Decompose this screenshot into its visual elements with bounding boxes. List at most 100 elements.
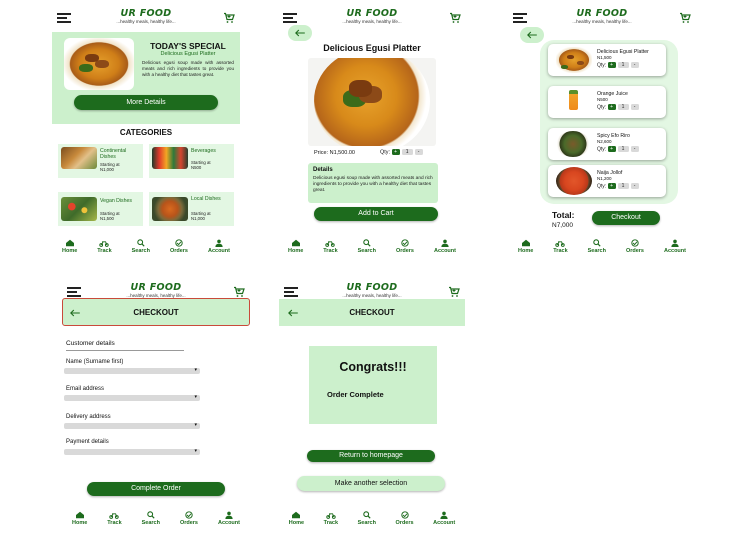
search-icon <box>362 239 372 247</box>
nav-label: Home <box>288 520 305 526</box>
check-circle-icon <box>400 511 410 519</box>
qty-label: Qty: <box>380 149 391 156</box>
home-icon <box>521 239 531 247</box>
chevron-down-icon: ▾ <box>194 422 197 428</box>
brand-name: UR FOOD <box>576 8 628 19</box>
nav-account[interactable]: Account <box>664 239 686 254</box>
cart-icon[interactable] <box>223 12 235 24</box>
cart-icon[interactable] <box>679 12 691 24</box>
category-name: Vegan Dishes <box>100 198 133 204</box>
qty-increase-button[interactable]: + <box>607 104 616 110</box>
nav-track[interactable]: Track <box>324 511 338 526</box>
details-card: Details Delicious egusi soup made with a… <box>308 163 438 203</box>
nav-orders[interactable]: Orders <box>170 239 188 254</box>
chevron-down-icon: ▾ <box>194 367 197 373</box>
nav-track[interactable]: Track <box>553 239 568 254</box>
nav-orders[interactable]: Orders <box>180 511 198 526</box>
nav-track[interactable]: Track <box>97 239 112 254</box>
qty-increase-button[interactable]: + <box>607 183 616 189</box>
nav-label: Orders <box>625 248 644 254</box>
nav-account[interactable]: Account <box>218 511 240 526</box>
back-button[interactable] <box>520 27 544 43</box>
qty-decrease-button[interactable]: - <box>414 149 423 155</box>
category-card[interactable]: Local Dishes Starting at N1,000 <box>149 192 234 226</box>
qty-increase-button[interactable]: + <box>607 146 616 152</box>
item-price: N500 <box>597 97 608 102</box>
nav-home[interactable]: Home <box>72 511 87 526</box>
nav-search[interactable]: Search <box>358 511 376 526</box>
nav-label: Track <box>107 520 122 526</box>
qty-increase-button[interactable]: + <box>391 149 400 155</box>
nav-home[interactable]: Home <box>288 239 303 254</box>
nav-label: Search <box>357 248 376 254</box>
total-label: Total: <box>552 210 575 220</box>
qty-label: Qty: <box>597 62 607 69</box>
qty-decrease-button[interactable]: - <box>630 183 639 189</box>
nav-label: Home <box>517 248 534 254</box>
product-image <box>308 58 436 146</box>
bike-icon <box>325 239 335 247</box>
check-circle-icon <box>630 239 640 247</box>
nav-home[interactable]: Home <box>518 239 533 254</box>
bike-icon <box>109 511 119 519</box>
address-field[interactable]: ▾ <box>64 422 200 429</box>
nav-home[interactable]: Home <box>62 239 77 254</box>
back-button[interactable] <box>288 25 312 41</box>
nav-home[interactable]: Home <box>289 511 304 526</box>
checkout-header: CHECKOUT <box>279 299 465 326</box>
nav-track[interactable]: Track <box>107 511 122 526</box>
payment-field[interactable]: ▾ <box>64 448 200 455</box>
nav-account[interactable]: Account <box>434 239 456 254</box>
nav-account[interactable]: Account <box>433 511 455 526</box>
qty-decrease-button[interactable]: - <box>630 146 639 152</box>
nav-search[interactable]: Search <box>132 239 150 254</box>
todays-special-card: TODAY'S SPECIAL Delicious Egusi Platter … <box>52 32 240 124</box>
category-price: N1,500 <box>100 216 114 221</box>
cart-item: Naija Jollof N1,200 Qty: +1- <box>548 165 666 197</box>
check-circle-icon <box>400 239 410 247</box>
qty-increase-button[interactable]: + <box>607 62 616 68</box>
cart-icon[interactable] <box>449 12 461 24</box>
home-icon <box>291 239 301 247</box>
nav-track[interactable]: Track <box>323 239 338 254</box>
order-complete-text: Order Complete <box>327 390 384 399</box>
nav-orders[interactable]: Orders <box>396 511 414 526</box>
qty-value: 1 <box>401 149 413 155</box>
nav-label: Search <box>141 520 160 526</box>
add-to-cart-button[interactable]: Add to Cart <box>314 207 438 221</box>
category-card[interactable]: Continental Dishes Starting at N1,000 <box>58 144 143 178</box>
more-details-button[interactable]: More Details <box>74 95 218 110</box>
checkout-button[interactable]: Checkout <box>592 211 660 225</box>
brand-name: UR FOOD <box>120 8 172 19</box>
nav-orders[interactable]: Orders <box>626 239 644 254</box>
category-image <box>61 147 97 169</box>
item-image <box>556 131 590 157</box>
nav-label: Search <box>131 248 150 254</box>
product-title: Delicious Egusi Platter <box>323 43 421 53</box>
complete-order-button[interactable]: Complete Order <box>87 482 225 496</box>
nav-search[interactable]: Search <box>588 239 606 254</box>
cart-icon[interactable] <box>448 286 460 298</box>
make-another-selection-button[interactable]: Make another selection <box>297 476 445 491</box>
search-icon <box>362 511 372 519</box>
category-card[interactable]: Vegan Dishes Starting at N1,500 <box>58 192 143 226</box>
details-text: Delicious egusi soup made with assorted … <box>313 176 433 193</box>
name-field[interactable]: ▾ <box>64 367 200 374</box>
nav-orders[interactable]: Orders <box>396 239 414 254</box>
return-homepage-button[interactable]: Return to homepage <box>307 450 435 462</box>
category-card[interactable]: Beverages Starting at N500 <box>149 144 234 178</box>
email-field[interactable]: ▾ <box>64 394 200 401</box>
user-icon <box>670 239 680 247</box>
home-icon <box>75 511 85 519</box>
special-name: Delicious Egusi Platter <box>160 51 216 57</box>
cart-icon[interactable] <box>233 286 245 298</box>
nav-account[interactable]: Account <box>208 239 230 254</box>
item-image <box>556 47 592 73</box>
nav-search[interactable]: Search <box>358 239 376 254</box>
quantity-stepper: +1- <box>607 146 639 152</box>
bottom-nav: Home Track Search Orders Account <box>278 234 466 256</box>
qty-decrease-button[interactable]: - <box>630 62 639 68</box>
qty-value: 1 <box>617 183 629 189</box>
qty-decrease-button[interactable]: - <box>630 104 639 110</box>
nav-search[interactable]: Search <box>142 511 160 526</box>
